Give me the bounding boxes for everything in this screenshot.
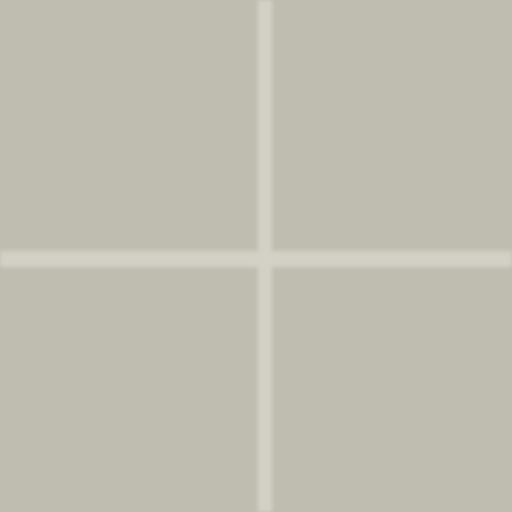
- tile-bottom-right: [272, 267, 512, 512]
- tile-top-left: [0, 0, 258, 251]
- tile-surface: [0, 0, 512, 512]
- tile-top-right: [272, 0, 512, 251]
- horizontal-grout-line: [0, 251, 512, 267]
- tile-bottom-left: [0, 267, 258, 512]
